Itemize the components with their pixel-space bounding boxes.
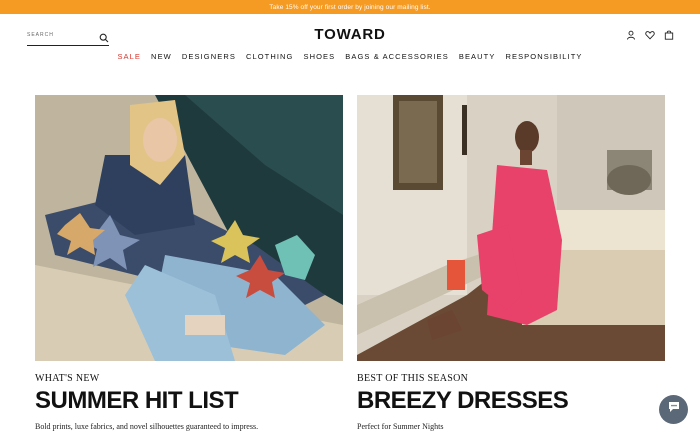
feature-image-breezy-dresses[interactable] — [357, 95, 665, 361]
nav-clothing[interactable]: CLOTHING — [246, 52, 294, 61]
site-logo[interactable]: TOWARD — [0, 26, 700, 43]
feature-eyebrow: WHAT'S NEW — [35, 373, 100, 384]
nav-sale[interactable]: SALE — [117, 52, 141, 61]
nav-designers[interactable]: DESIGNERS — [182, 52, 236, 61]
feature-eyebrow: BEST OF THIS SEASON — [357, 373, 469, 384]
feature-card-breezy-dresses[interactable]: BEST OF THIS SEASON BREEZY DRESSES Perfe… — [357, 95, 665, 431]
nav-new[interactable]: NEW — [151, 52, 172, 61]
promo-banner[interactable]: Take 15% off your first order by joining… — [0, 0, 700, 14]
heart-icon[interactable] — [645, 30, 655, 40]
feature-image-summer-hit-list[interactable] — [35, 95, 343, 361]
nav-responsibility[interactable]: RESPONSIBILITY — [505, 52, 582, 61]
nav-bags-accessories[interactable]: BAGS & ACCESSORIES — [345, 52, 449, 61]
promo-banner-text[interactable]: Take 15% off your first order by joining… — [269, 4, 430, 11]
feature-subtext: Bold prints, luxe fabrics, and novel sil… — [35, 422, 259, 431]
feature-subtext: Perfect for Summer Nights — [357, 422, 444, 431]
feature-card-summer-hit-list[interactable]: WHAT'S NEW SUMMER HIT LIST Bold prints, … — [35, 95, 343, 431]
feature-headline[interactable]: SUMMER HIT LIST — [35, 387, 343, 415]
bag-icon[interactable] — [664, 30, 674, 40]
main-nav: SALE NEW DESIGNERS CLOTHING SHOES BAGS &… — [0, 52, 700, 61]
nav-beauty[interactable]: BEAUTY — [459, 52, 496, 61]
chat-button[interactable] — [659, 395, 688, 424]
chat-icon — [667, 400, 681, 419]
nav-shoes[interactable]: SHOES — [304, 52, 336, 61]
account-icon[interactable] — [626, 30, 636, 40]
feature-headline[interactable]: BREEZY DRESSES — [357, 387, 665, 415]
